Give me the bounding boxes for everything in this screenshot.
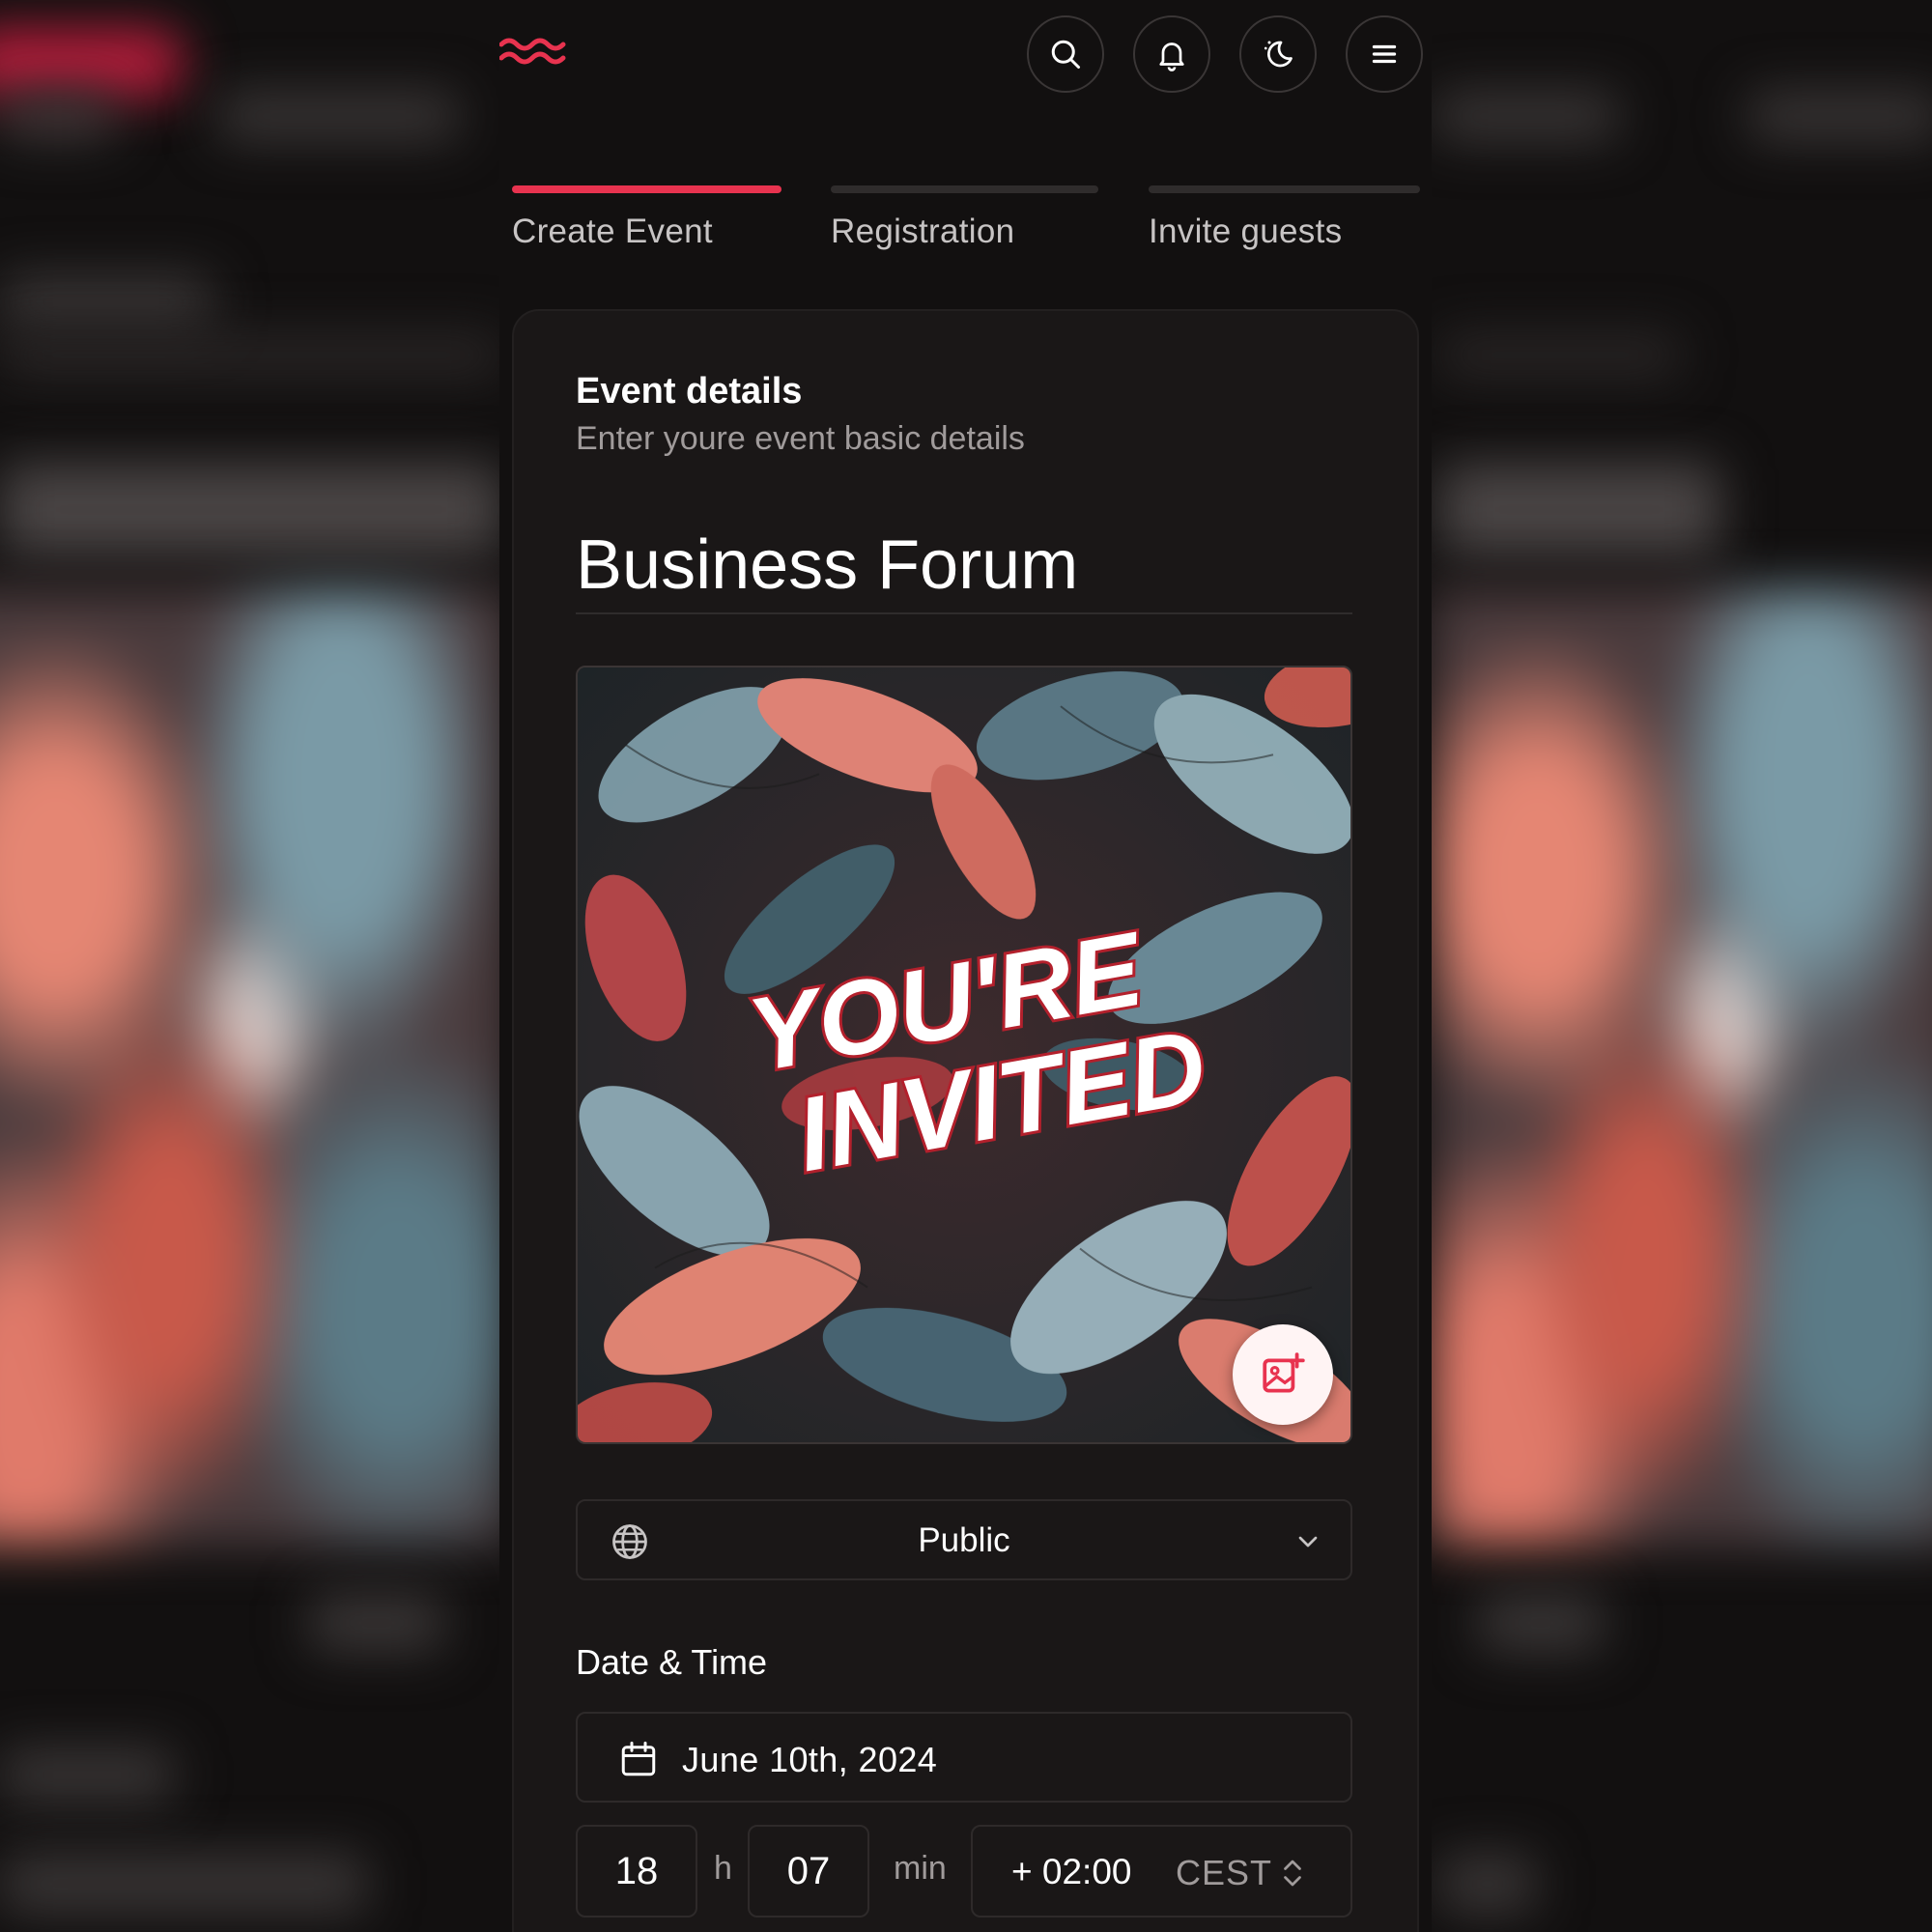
blurred-block <box>1478 1594 1604 1652</box>
date-picker-field[interactable]: June 10th, 2024 <box>576 1712 1352 1803</box>
blurred-block <box>0 1748 174 1802</box>
blurred-block <box>217 92 459 140</box>
blurred-block <box>309 1594 444 1652</box>
bell-icon <box>1159 43 1184 71</box>
tab-registration[interactable]: Registration <box>831 185 1098 263</box>
section-title: Event details <box>576 371 803 412</box>
top-bar <box>499 0 1432 111</box>
tab-progress-bar <box>831 185 1098 193</box>
menu-button[interactable] <box>1346 15 1423 93</box>
tab-invite-guests[interactable]: Invite guests <box>1149 185 1420 263</box>
step-tabs: Create Event Registration Invite guests <box>512 185 1420 263</box>
timezone-abbr: CEST <box>1176 1853 1273 1892</box>
blurred-cover <box>0 589 512 1546</box>
blurred-block <box>1435 92 1618 140</box>
app-screen: Create Event Registration Invite guests … <box>499 0 1432 1932</box>
tab-create-event[interactable]: Create Event <box>512 185 781 263</box>
hours-input[interactable]: 18 <box>576 1825 697 1918</box>
up-down-chevron-icon <box>1284 1860 1301 1887</box>
search-button[interactable] <box>1027 15 1104 93</box>
tab-label: Create Event <box>512 213 713 250</box>
calendar-icon <box>621 1741 656 1776</box>
blurred-block <box>0 1855 367 1913</box>
event-cover-image: YOU'RE INVITED <box>576 666 1352 1444</box>
theme-toggle-button[interactable] <box>1239 15 1317 93</box>
visibility-select[interactable]: Public <box>576 1499 1352 1580</box>
floral-invitation-artwork: YOU'RE INVITED <box>578 668 1350 1442</box>
theme-moon-icon <box>1264 41 1293 68</box>
minutes-unit: min <box>894 1850 947 1887</box>
search-icon <box>1051 40 1080 69</box>
tab-progress-bar <box>512 185 781 193</box>
chevron-down-icon <box>1298 1536 1318 1548</box>
blurred-block <box>0 464 502 555</box>
blurred-block <box>1439 333 1681 377</box>
event-details-card: Event details Enter youre event basic de… <box>512 309 1419 1932</box>
blurred-cover <box>1430 589 1932 1546</box>
tab-progress-bar <box>1149 185 1420 193</box>
change-cover-button[interactable] <box>1233 1324 1333 1425</box>
date-value: June 10th, 2024 <box>682 1740 938 1779</box>
tab-label: Invite guests <box>1149 213 1343 250</box>
blurred-block <box>1439 1855 1536 1913</box>
input-underline <box>576 612 1352 614</box>
timezone-select[interactable]: + 02:00 CEST <box>971 1825 1352 1918</box>
blurred-block <box>0 92 116 140</box>
blurred-block <box>1748 92 1932 140</box>
date-time-label: Date & Time <box>576 1642 768 1682</box>
event-name-input[interactable]: Business Forum <box>576 526 1078 605</box>
visibility-value: Public <box>918 1521 1010 1559</box>
wave-logo-icon[interactable] <box>499 35 567 73</box>
hours-unit: h <box>714 1850 732 1887</box>
blurred-block <box>0 275 213 328</box>
blurred-block <box>0 333 502 377</box>
section-subtitle: Enter youre event basic details <box>576 420 1025 457</box>
minutes-input[interactable]: 07 <box>748 1825 869 1918</box>
blurred-pill <box>0 29 184 97</box>
timezone-offset: + 02:00 <box>1011 1852 1132 1891</box>
tab-label: Registration <box>831 213 1015 250</box>
blurred-block <box>1439 464 1719 555</box>
notifications-button[interactable] <box>1133 15 1210 93</box>
add-image-icon <box>1263 1352 1305 1393</box>
menu-icon <box>1372 44 1397 64</box>
